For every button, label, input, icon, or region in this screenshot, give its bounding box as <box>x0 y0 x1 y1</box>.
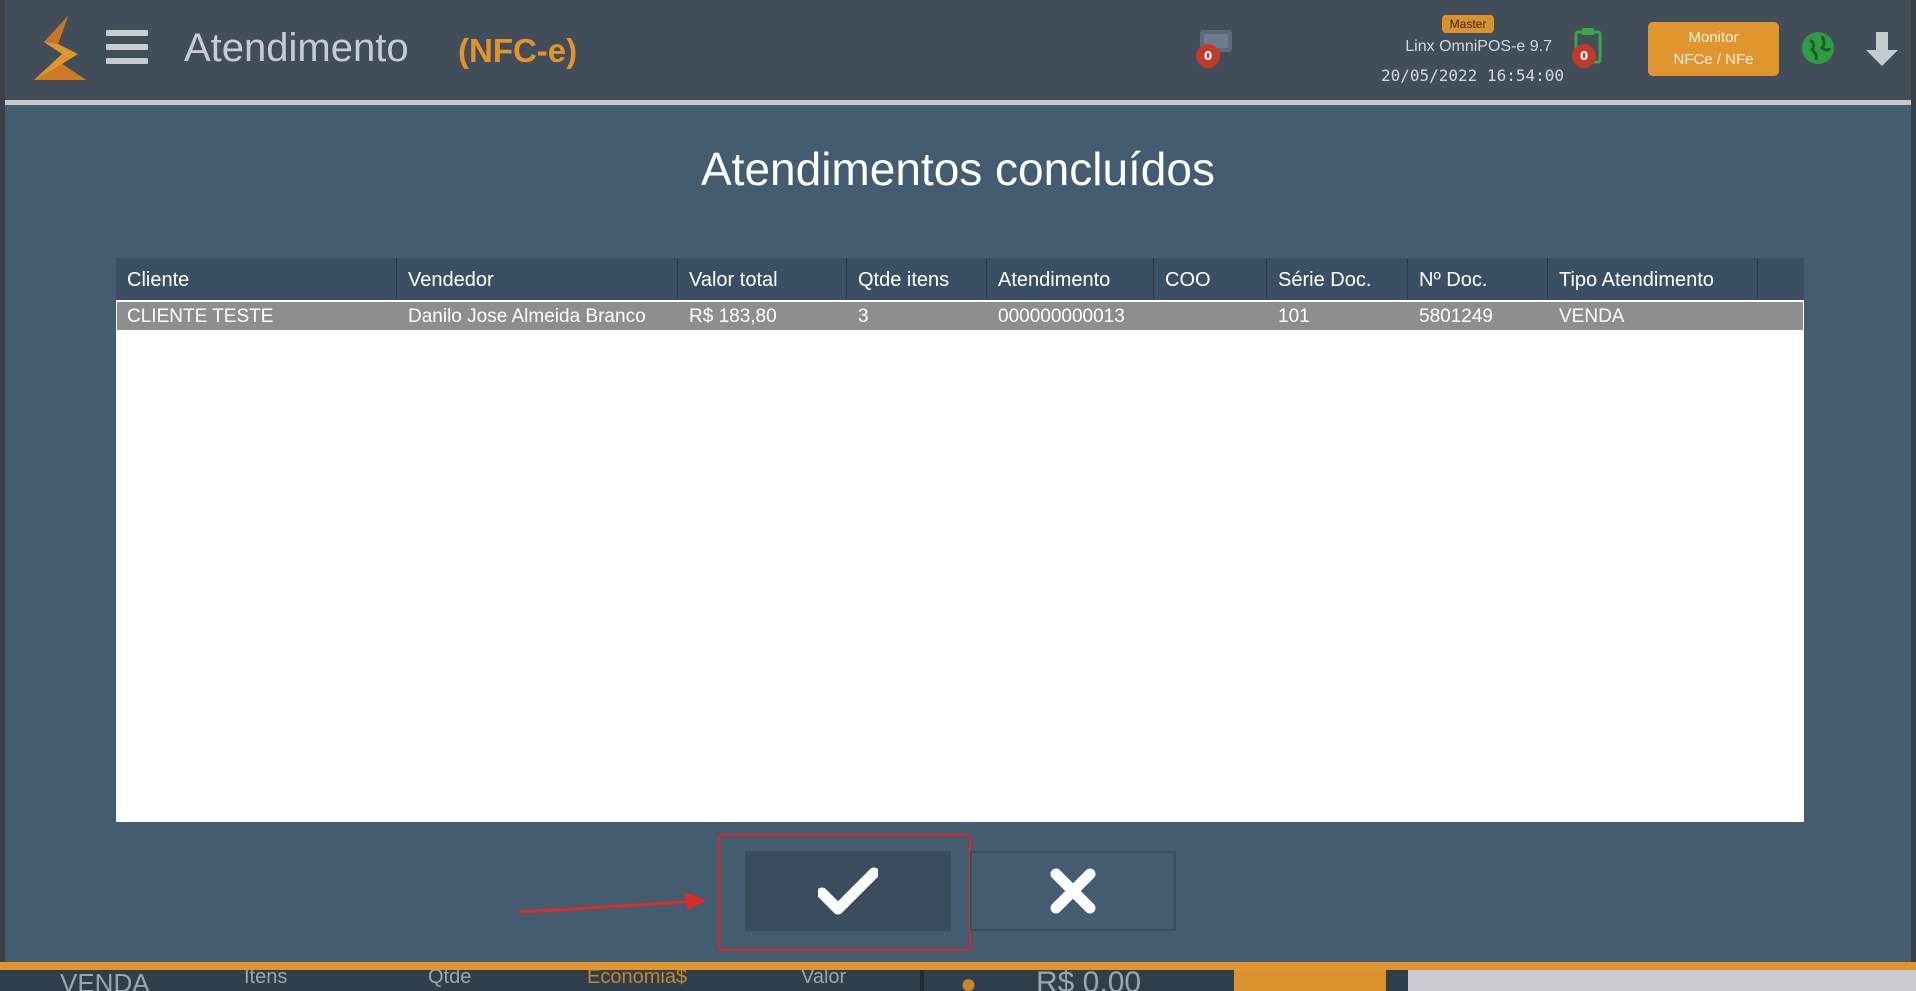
current-datetime: 20/05/2022 16:54:00 <box>1380 66 1564 85</box>
monitor-button-line1: Monitor <box>1688 29 1739 46</box>
footer-mode-label: VENDA <box>60 970 150 991</box>
monitor-button-line2: NFCe / NFe <box>1673 51 1754 68</box>
footer-qtde-label: Qtde <box>428 970 472 988</box>
confirm-button[interactable] <box>745 851 951 931</box>
footer-action-button[interactable] <box>1234 970 1386 991</box>
column-header-coo[interactable]: COO <box>1154 258 1267 300</box>
footer-valor-label: Valor <box>801 970 847 988</box>
document-count-badge: 0 <box>1572 44 1596 68</box>
hamburger-menu-icon[interactable] <box>106 30 148 64</box>
footer-coin-icon: ● <box>960 970 977 991</box>
cell-cliente: CLIENTE TESTE <box>127 306 274 327</box>
cell-coo <box>1155 302 1268 332</box>
arrow-down-icon[interactable] <box>1864 30 1900 68</box>
cell-valor-total: R$ 183,80 <box>689 306 777 327</box>
cell-tipo-atendimento: VENDA <box>1559 306 1625 327</box>
monitor-nfce-nfe-button[interactable]: Monitor NFCe / NFe <box>1648 22 1779 76</box>
footer-economia-label: Economia$ <box>587 970 688 988</box>
footer-divider <box>920 970 924 991</box>
app-version: Linx OmniPOS-e 9.7 <box>1405 38 1552 55</box>
column-header-cliente[interactable]: Cliente <box>116 258 397 300</box>
globe-icon[interactable] <box>1800 30 1836 66</box>
role-badge: Master <box>1442 15 1494 33</box>
column-header-vendedor[interactable]: Vendedor <box>397 258 678 300</box>
close-icon <box>1050 868 1096 914</box>
footer-info-panel <box>1408 970 1916 991</box>
cell-vendedor: Danilo Jose Almeida Branco <box>408 306 646 327</box>
page-title: Atendimentos concluídos <box>701 143 1215 195</box>
app-subtitle: (NFC-e) <box>458 32 578 69</box>
footer-itens-label: Itens <box>244 970 288 988</box>
checkmark-icon <box>818 867 878 915</box>
completed-sales-table: Cliente Vendedor Valor total Qtde itens … <box>116 258 1804 822</box>
column-header-valor-total[interactable]: Valor total <box>678 258 847 300</box>
linx-logo-icon <box>34 16 86 80</box>
cell-qtde-itens: 3 <box>858 306 869 327</box>
column-header-tipo-atendimento[interactable]: Tipo Atendimento <box>1548 258 1758 300</box>
column-header-atendimento[interactable]: Atendimento <box>987 258 1154 300</box>
cell-atendimento: 000000000013 <box>998 306 1125 327</box>
footer-total-value: R$ 0,00 <box>1036 970 1142 991</box>
sync-count-badge: 0 <box>1196 44 1220 68</box>
column-header-qtde-itens[interactable]: Qtde itens <box>847 258 987 300</box>
cancel-button[interactable] <box>970 851 1176 931</box>
column-header-serie-doc[interactable]: Série Doc. <box>1267 258 1408 300</box>
top-bar-divider <box>0 100 1916 105</box>
table-row[interactable]: CLIENTE TESTE Danilo Jose Almeida Branco… <box>117 301 1803 331</box>
annotation-arrow <box>520 892 706 914</box>
bottom-accent-strip <box>0 962 1916 970</box>
bottom-summary-bar: VENDA Itens Qtde Economia$ Valor ● R$ 0,… <box>0 970 1916 991</box>
column-header-numero-doc[interactable]: Nº Doc. <box>1408 258 1548 300</box>
cell-numero-doc: 5801249 <box>1419 306 1493 327</box>
table-header: Cliente Vendedor Valor total Qtde itens … <box>116 258 1804 300</box>
cell-serie-doc: 101 <box>1278 306 1310 327</box>
app-title: Atendimento <box>184 26 409 70</box>
